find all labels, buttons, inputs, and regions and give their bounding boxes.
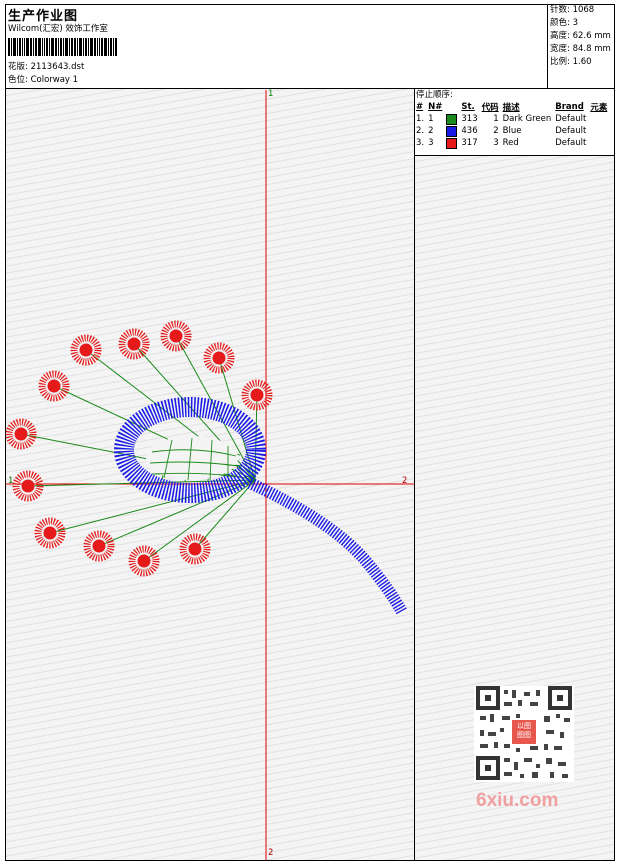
axis-label-right: 2 [402, 476, 408, 486]
flower [34, 517, 66, 549]
flower [203, 342, 235, 374]
flower [83, 530, 115, 562]
flower [118, 328, 150, 360]
flower [179, 533, 211, 565]
flower [38, 370, 70, 402]
axis-label-top: 1 [268, 89, 274, 99]
flower [5, 418, 37, 450]
qr-code: 以图 图图 [474, 686, 574, 782]
watermark-text: 6xiu.com [476, 790, 559, 811]
flower [160, 320, 192, 352]
blue-stem [247, 477, 408, 615]
axis-label-bottom: 2 [268, 848, 274, 858]
seal-stamp: 以图 图图 [517, 722, 531, 739]
flower [70, 334, 102, 366]
axis-label-left: 1 [8, 476, 14, 486]
flower [128, 545, 160, 577]
